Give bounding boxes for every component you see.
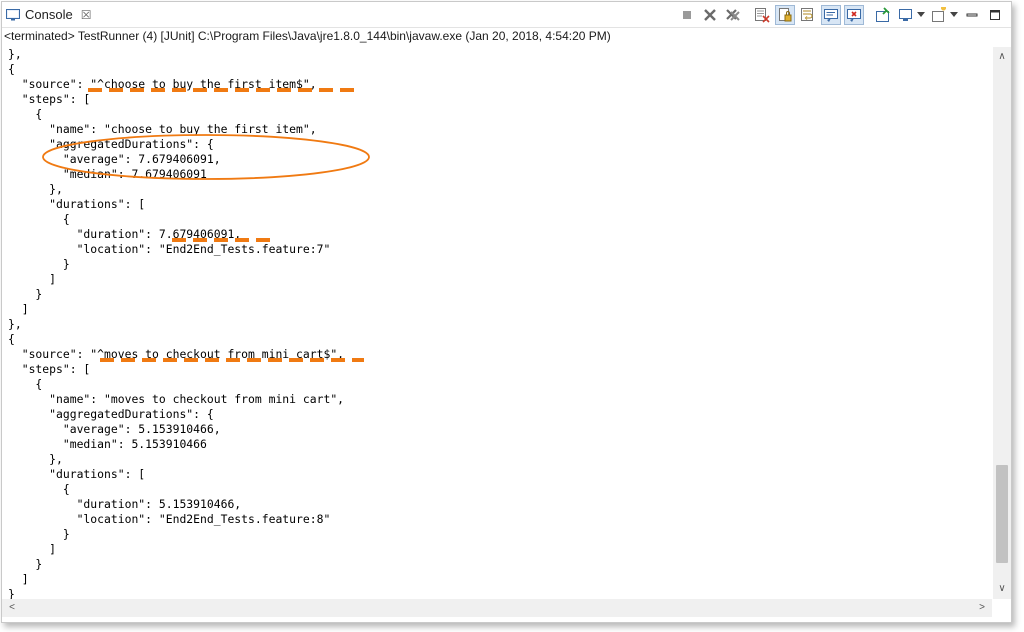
console-line: { (8, 212, 70, 226)
scroll-left-arrow[interactable]: < (4, 599, 20, 617)
console-line: { (8, 62, 15, 76)
console-text: },{ "source": "^choose to buy the first … (2, 47, 992, 599)
scroll-right-arrow[interactable]: > (974, 599, 990, 617)
console-line: { (8, 377, 43, 391)
scroll-down-arrow[interactable]: ∨ (993, 581, 1011, 597)
console-line: ] (8, 302, 29, 316)
console-line: "name": "choose to buy the first item", (8, 122, 317, 136)
console-line: "steps": [ (8, 92, 91, 106)
maximize-icon (990, 10, 1000, 20)
minimize-button[interactable] (962, 5, 982, 25)
console-line: } (8, 587, 15, 599)
maximize-button[interactable] (985, 5, 1005, 25)
close-tab-icon[interactable]: ☒ (81, 8, 92, 22)
console-line: "source": "^moves to checkout from mini … (8, 347, 345, 361)
console-line: ] (8, 542, 57, 556)
console-line: ] (8, 272, 57, 286)
console-output[interactable]: },{ "source": "^choose to buy the first … (2, 47, 992, 599)
scroll-lock-icon (779, 8, 792, 22)
scroll-lock-button[interactable] (775, 5, 795, 25)
show-on-stdout-button[interactable] (821, 5, 841, 25)
remove-launch-button[interactable] (700, 5, 720, 25)
word-wrap-icon (801, 8, 813, 21)
console-line: ] (8, 572, 29, 586)
clear-console-icon (755, 8, 770, 23)
scroll-up-arrow[interactable]: ∧ (993, 49, 1011, 65)
console-line: "durations": [ (8, 197, 146, 211)
chevron-down-icon (917, 12, 925, 17)
console-line: "source": "^choose to buy the first item… (8, 77, 317, 91)
chevron-down-icon (950, 12, 958, 17)
console-line: "location": "End2End_Tests.feature:8" (8, 512, 331, 526)
console-line: }, (8, 47, 22, 61)
vertical-scrollbar[interactable]: ∧ ∨ (993, 47, 1011, 599)
show-on-stderr-icon (847, 9, 861, 22)
pin-console-icon (876, 7, 890, 22)
console-icon (6, 8, 20, 21)
console-tab-bar: Console ☒ (2, 2, 1011, 28)
console-view: Console ☒ <terminated> TestRunner (4) [J… (1, 1, 1012, 623)
toolbar-separator (864, 5, 870, 25)
console-line: "median": 7.679406091 (8, 167, 207, 181)
console-line: "steps": [ (8, 362, 91, 376)
console-line: "average": 7.679406091, (8, 152, 221, 166)
open-console-button[interactable] (929, 5, 949, 25)
vertical-scroll-thumb[interactable] (996, 465, 1008, 563)
horizontal-scrollbar[interactable]: < > (2, 599, 992, 617)
console-line: } (8, 287, 43, 301)
toolbar-separator (743, 5, 749, 25)
console-line: } (8, 527, 70, 541)
terminate-icon (683, 11, 691, 19)
console-line: }, (8, 452, 63, 466)
open-console-icon (932, 7, 946, 22)
display-console-button[interactable] (896, 5, 916, 25)
console-line: "average": 5.153910466, (8, 422, 221, 436)
pin-console-button[interactable] (873, 5, 893, 25)
console-line: { (8, 107, 43, 121)
launch-status-line: <terminated> TestRunner (4) [JUnit] C:\P… (4, 29, 611, 43)
console-line: "median": 5.153910466 (8, 437, 207, 451)
display-console-dropdown[interactable] (916, 5, 926, 25)
minimize-icon (966, 13, 978, 17)
console-line: { (8, 482, 70, 496)
console-tab-label: Console (25, 7, 73, 22)
console-line: }, (8, 182, 63, 196)
console-line: }, (8, 317, 22, 331)
console-line: "duration": 5.153910466, (8, 497, 242, 511)
console-line: { (8, 332, 15, 346)
word-wrap-button[interactable] (798, 5, 818, 25)
console-line: } (8, 557, 43, 571)
console-line: "aggregatedDurations": { (8, 137, 214, 151)
open-console-dropdown[interactable] (949, 5, 959, 25)
console-tab[interactable]: Console ☒ (6, 4, 91, 25)
console-line: "durations": [ (8, 467, 146, 481)
terminate-button[interactable] (677, 5, 697, 25)
remove-launch-icon (704, 9, 716, 21)
console-line: "aggregatedDurations": { (8, 407, 214, 421)
console-line: "location": "End2End_Tests.feature:7" (8, 242, 331, 256)
remove-all-terminated-icon (726, 9, 740, 21)
console-line: } (8, 257, 70, 271)
remove-all-terminated-button[interactable] (723, 5, 743, 25)
show-on-stdout-icon (824, 9, 838, 22)
show-on-stderr-button[interactable] (844, 5, 864, 25)
display-console-icon (899, 9, 912, 21)
console-line: "name": "moves to checkout from mini car… (8, 392, 345, 406)
console-line: "duration": 7.679406091, (8, 227, 242, 241)
console-toolbar (674, 5, 1005, 25)
clear-console-button[interactable] (752, 5, 772, 25)
